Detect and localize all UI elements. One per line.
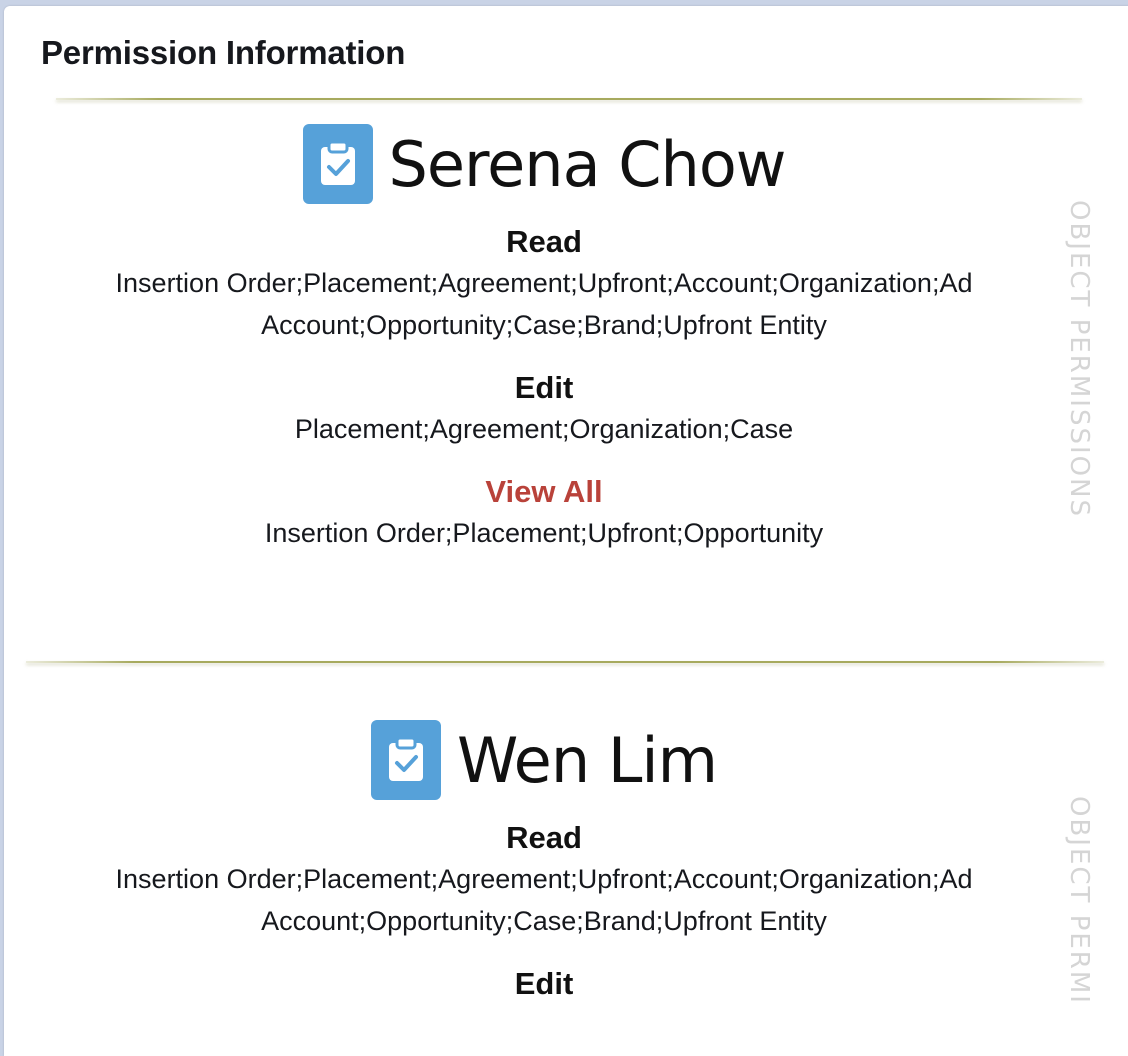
section-read: Read Insertion Order;Placement;Agreement… xyxy=(4,222,1084,346)
permission-card: Wen Lim Read Insertion Order;Placement;A… xyxy=(4,720,1094,1012)
section-edit: Edit xyxy=(4,964,1084,1004)
object-permissions-label: OBJECT PERMISSIONS xyxy=(1064,200,1094,519)
section-view-all: View All Insertion Order;Placement;Upfro… xyxy=(4,472,1084,554)
section-edit: Edit Placement;Agreement;Organization;Ca… xyxy=(4,368,1084,450)
divider-top xyxy=(56,98,1082,100)
user-name[interactable]: Wen Lim xyxy=(457,724,718,797)
card-heading: Serena Chow xyxy=(4,124,1084,204)
clipboard-check-icon xyxy=(371,720,441,800)
section-text: Placement;Agreement;Organization;Case xyxy=(294,414,794,444)
permission-card: Serena Chow Read Insertion Order;Placeme… xyxy=(4,124,1094,664)
card-heading: Wen Lim xyxy=(4,720,1084,800)
section-title: Read xyxy=(506,224,582,259)
section-text: Insertion Order;Placement;Agreement;Upfr… xyxy=(115,268,973,340)
object-permissions-label: OBJECT PERMI xyxy=(1064,796,1094,1005)
section-title: View All xyxy=(485,474,603,509)
user-name[interactable]: Serena Chow xyxy=(389,128,787,201)
section-read: Read Insertion Order;Placement;Agreement… xyxy=(4,818,1084,942)
section-title: Edit xyxy=(514,370,574,405)
clipboard-check-icon xyxy=(302,124,373,204)
section-title: Edit xyxy=(514,966,574,1001)
section-title: Read xyxy=(506,820,582,855)
section-text: Insertion Order;Placement;Upfront;Opport… xyxy=(264,518,824,548)
panel-title: Permission Information xyxy=(41,34,406,71)
divider-middle xyxy=(26,661,1104,663)
section-text: Insertion Order;Placement;Agreement;Upfr… xyxy=(115,864,973,936)
permission-panel: Permission Information Serena Chow Read … xyxy=(4,6,1128,1056)
